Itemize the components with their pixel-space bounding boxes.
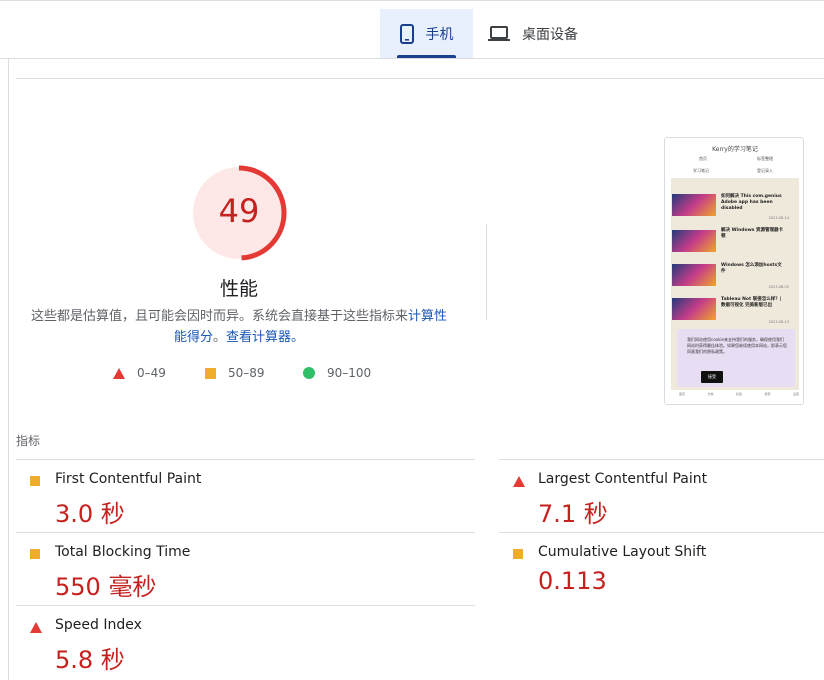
phone-icon xyxy=(399,23,414,44)
metric-name: Largest Contentful Paint xyxy=(538,471,708,487)
legend-pass: 90–100 xyxy=(303,366,371,380)
metric-value: 0.113 xyxy=(538,567,607,595)
metric-name: Speed Index xyxy=(55,617,142,633)
preview-post-date: 2023-08-03 xyxy=(768,285,789,289)
preview-nav-item: 首页 xyxy=(699,156,707,161)
legend-pass-label: 90–100 xyxy=(327,366,372,380)
tab-mobile[interactable]: 手机 xyxy=(380,9,473,58)
description-text: 这些都是估算值，且可能会因时而异。系统会直接基于这些指标来 xyxy=(30,309,408,324)
preview-cookie-banner: 我们网站使用cookie来支持我们的服务，确保使用我们网站时获得最佳体验。如果您… xyxy=(677,329,795,387)
preview-post-title: 解决 Windows 资源管理器卡顿 xyxy=(721,228,783,239)
preview-footer-item: 首页 xyxy=(679,392,686,396)
preview-footer-item: 设置 xyxy=(792,392,799,396)
tab-mobile-label: 手机 xyxy=(425,26,454,43)
metric-value: 550 毫秒 xyxy=(55,573,157,601)
legend-fail-label: 0–49 xyxy=(137,366,166,380)
metric-value: 3.0 秒 xyxy=(55,500,125,528)
metric-name: First Contentful Paint xyxy=(55,471,202,487)
metrics-heading: 指标 xyxy=(16,434,41,448)
metric-name: Total Blocking Time xyxy=(55,544,191,560)
left-border xyxy=(8,59,9,680)
square-icon xyxy=(30,549,40,559)
description-separator: 。 xyxy=(212,330,226,345)
category-title: 性能 xyxy=(219,278,258,300)
legend-fail: 0–49 xyxy=(113,366,166,380)
view-calculator-link[interactable]: 查看计算器。 xyxy=(226,330,304,345)
category-description: 这些都是估算值，且可能会因时而异。系统会直接基于这些指标来计算性能得分。查看计算… xyxy=(30,306,448,348)
preview-cookie-text: 我们网站使用cookie来支持我们的服务，确保使用我们网站时获得最佳体验。如果您… xyxy=(687,337,787,354)
preview-site-title: Kerry的学习笔记 xyxy=(712,146,758,153)
preview-thumbnail xyxy=(672,264,716,286)
preview-post-title: 如何解决 This com.genius Adobe app has been … xyxy=(721,194,782,211)
legend-average: 50–89 xyxy=(205,366,265,380)
preview-footer-item: 搜索 xyxy=(764,392,771,396)
metric-value: 5.8 秒 xyxy=(55,646,125,674)
preview-footer: 首页 分类 标签 搜索 设置 xyxy=(679,392,799,396)
performance-score: 49 xyxy=(218,192,260,230)
metric-value: 7.1 秒 xyxy=(538,500,608,528)
preview-thumbnail xyxy=(672,194,716,216)
circle-icon xyxy=(303,367,315,379)
page-screenshot-preview[interactable]: Kerry的学习笔记 首页 标签整理 学习笔记 登记录入 如何解决 This c… xyxy=(664,137,804,405)
preview-post-date: 2023-08-13 xyxy=(768,320,789,324)
preview-thumbnail xyxy=(672,298,716,320)
preview-nav-item: 登记录入 xyxy=(757,168,773,173)
preview-nav-item: 标签整理 xyxy=(757,156,773,161)
triangle-icon xyxy=(30,622,42,633)
metric-fcp: First Contentful Paint 3.0 秒 xyxy=(16,459,475,532)
legend-average-label: 50–89 xyxy=(228,366,265,380)
square-icon xyxy=(30,476,40,486)
metric-si: Speed Index 5.8 秒 xyxy=(16,605,475,678)
preview-thumbnail xyxy=(672,230,716,252)
preview-footer-item: 标签 xyxy=(735,392,742,396)
square-icon xyxy=(513,549,523,559)
triangle-icon xyxy=(113,367,125,379)
device-tabs: 手机 桌面设备 xyxy=(0,9,824,59)
metric-cls: Cumulative Layout Shift 0.113 xyxy=(499,532,824,605)
preview-post-title: Tableau Not 联接怎么样？| 数据可视化 完美新版已出 xyxy=(721,297,782,308)
metric-name: Cumulative Layout Shift xyxy=(538,544,707,560)
laptop-icon xyxy=(488,25,510,42)
preview-nav-item: 学习笔记 xyxy=(693,168,709,173)
tab-desktop[interactable]: 桌面设备 xyxy=(488,9,578,58)
preview-post-date: 2023-08-14 xyxy=(768,216,789,220)
section-divider xyxy=(16,78,824,79)
preview-post-title: Windows 怎么添加hosts文件 xyxy=(721,263,782,274)
square-icon xyxy=(205,367,216,379)
metric-tbt: Total Blocking Time 550 毫秒 xyxy=(16,532,475,605)
tab-desktop-label: 桌面设备 xyxy=(522,26,578,43)
top-border xyxy=(0,0,824,1)
preview-cookie-accept: 接受 xyxy=(701,371,723,383)
metric-lcp: Largest Contentful Paint 7.1 秒 xyxy=(499,459,824,532)
preview-footer-item: 分类 xyxy=(707,392,714,396)
triangle-icon xyxy=(513,476,525,487)
vertical-divider xyxy=(486,224,487,320)
